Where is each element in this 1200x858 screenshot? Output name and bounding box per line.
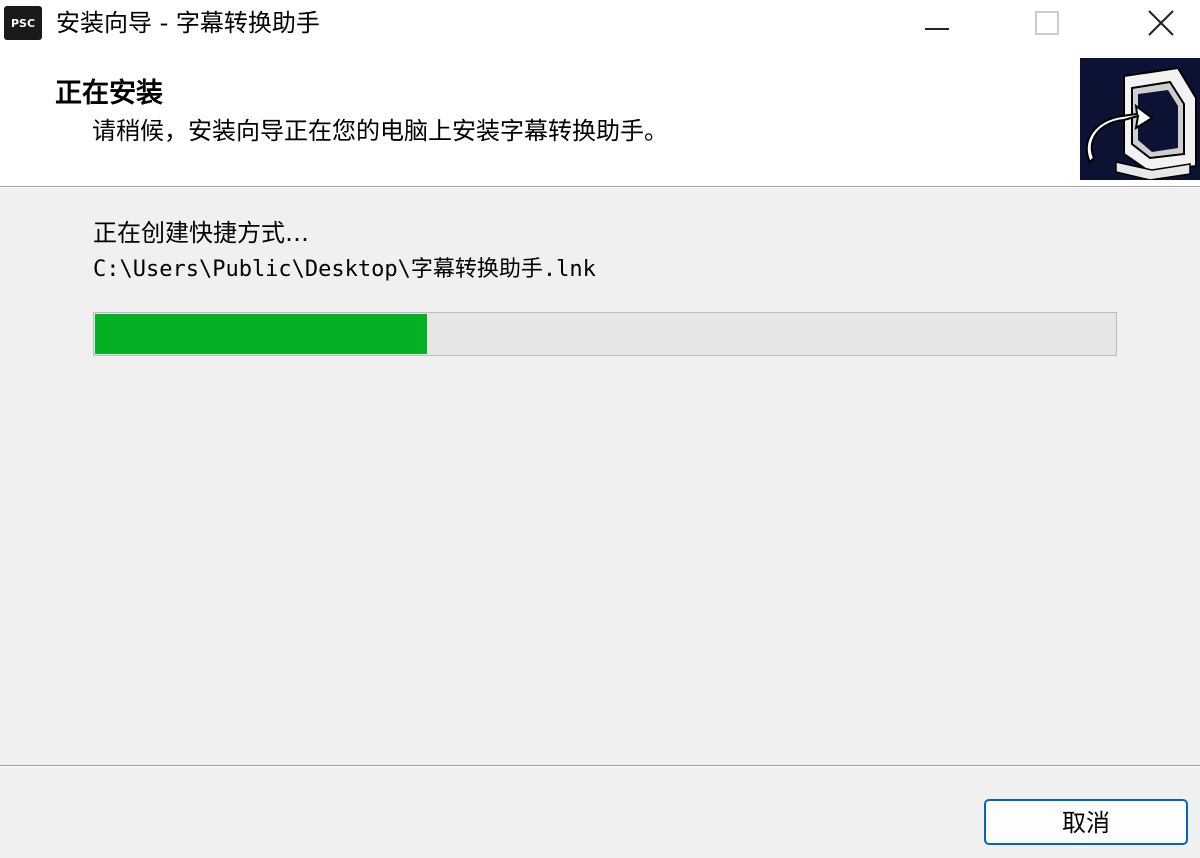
installer-computer-icon bbox=[1080, 58, 1200, 181]
installer-header: 正在安装 请稍候，安装向导正在您的电脑上安装字幕转换助手。 bbox=[0, 52, 1200, 186]
close-button[interactable] bbox=[1126, 0, 1196, 46]
progress-fill bbox=[95, 314, 427, 354]
title-bar: PSC 安装向导 - 字幕转换助手 bbox=[0, 0, 1200, 52]
page-subtitle: 请稍候，安装向导正在您的电脑上安装字幕转换助手。 bbox=[92, 117, 668, 145]
window-title: 安装向导 - 字幕转换助手 bbox=[56, 9, 320, 37]
file-path-label: C:\Users\Public\Desktop\字幕转换助手.lnk bbox=[93, 257, 596, 282]
maximize-button bbox=[1012, 0, 1082, 46]
footer-divider bbox=[0, 765, 1200, 767]
install-progress-bar bbox=[93, 312, 1117, 356]
minimize-icon bbox=[925, 28, 949, 30]
minimize-button[interactable] bbox=[902, 0, 972, 46]
cancel-button[interactable]: 取消 bbox=[984, 799, 1188, 845]
header-divider bbox=[0, 186, 1200, 188]
page-title: 正在安装 bbox=[55, 78, 163, 109]
maximize-icon bbox=[1035, 11, 1059, 35]
status-label: 正在创建快捷方式… bbox=[93, 219, 309, 247]
close-icon bbox=[1148, 10, 1174, 36]
app-icon: PSC bbox=[4, 6, 42, 40]
